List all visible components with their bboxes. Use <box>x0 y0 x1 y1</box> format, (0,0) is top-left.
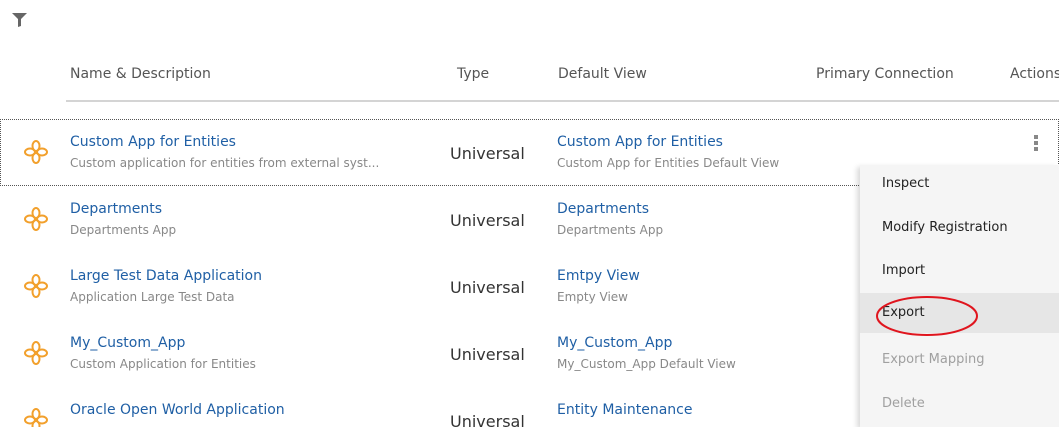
app-name-link[interactable]: Oracle Open World Application <box>70 402 285 418</box>
header-primary-connection[interactable]: Primary Connection <box>816 66 954 82</box>
header-name[interactable]: Name & Description <box>70 66 211 82</box>
app-description: Custom application for entities from ext… <box>70 156 380 170</box>
app-description: Application Large Test Data <box>70 290 235 304</box>
menu-item-export-mapping: Export Mapping <box>882 352 985 367</box>
app-name-link[interactable]: Custom App for Entities <box>70 134 236 150</box>
default-view-description: Custom App for Entities Default View <box>557 156 780 170</box>
menu-item-delete: Delete <box>882 396 925 411</box>
app-description: Custom Application for Entities <box>70 357 256 371</box>
flower-app-icon <box>24 207 48 231</box>
app-type: Universal <box>450 144 525 163</box>
kebab-menu-icon[interactable] <box>1031 133 1041 155</box>
app-description: Departments App <box>70 223 177 237</box>
app-name-link[interactable]: My_Custom_App <box>70 335 185 351</box>
app-name-link[interactable]: Departments <box>70 201 162 217</box>
header-default-view[interactable]: Default View <box>558 66 647 82</box>
filter-icon[interactable] <box>12 13 27 27</box>
default-view-link[interactable]: Emtpy View <box>557 268 640 284</box>
flower-app-icon <box>24 408 48 427</box>
default-view-link[interactable]: Departments <box>557 201 649 217</box>
default-view-link[interactable]: My_Custom_App <box>557 335 672 351</box>
header-type[interactable]: Type <box>457 66 489 82</box>
app-name-link[interactable]: Large Test Data Application <box>70 268 262 284</box>
header-divider <box>66 100 1059 102</box>
flower-app-icon <box>24 140 48 164</box>
default-view-link[interactable]: Custom App for Entities <box>557 134 723 150</box>
default-view-description: My_Custom_App Default View <box>557 357 736 371</box>
menu-item-inspect[interactable]: Inspect <box>882 176 929 191</box>
default-view-link[interactable]: Entity Maintenance <box>557 402 692 418</box>
app-type: Universal <box>450 412 525 427</box>
app-type: Universal <box>450 211 525 230</box>
default-view-description: Empty View <box>557 290 628 304</box>
header-actions[interactable]: Actions <box>1010 66 1059 82</box>
app-type: Universal <box>450 345 525 364</box>
flower-app-icon <box>24 341 48 365</box>
default-view-description: Departments App <box>557 223 664 237</box>
menu-item-modify-registration[interactable]: Modify Registration <box>882 220 1008 235</box>
table-header: Name & Description Type Default View Pri… <box>0 58 1059 92</box>
app-type: Universal <box>450 278 525 297</box>
menu-item-import[interactable]: Import <box>882 263 925 278</box>
flower-app-icon <box>24 274 48 298</box>
annotation-circle <box>876 296 978 336</box>
